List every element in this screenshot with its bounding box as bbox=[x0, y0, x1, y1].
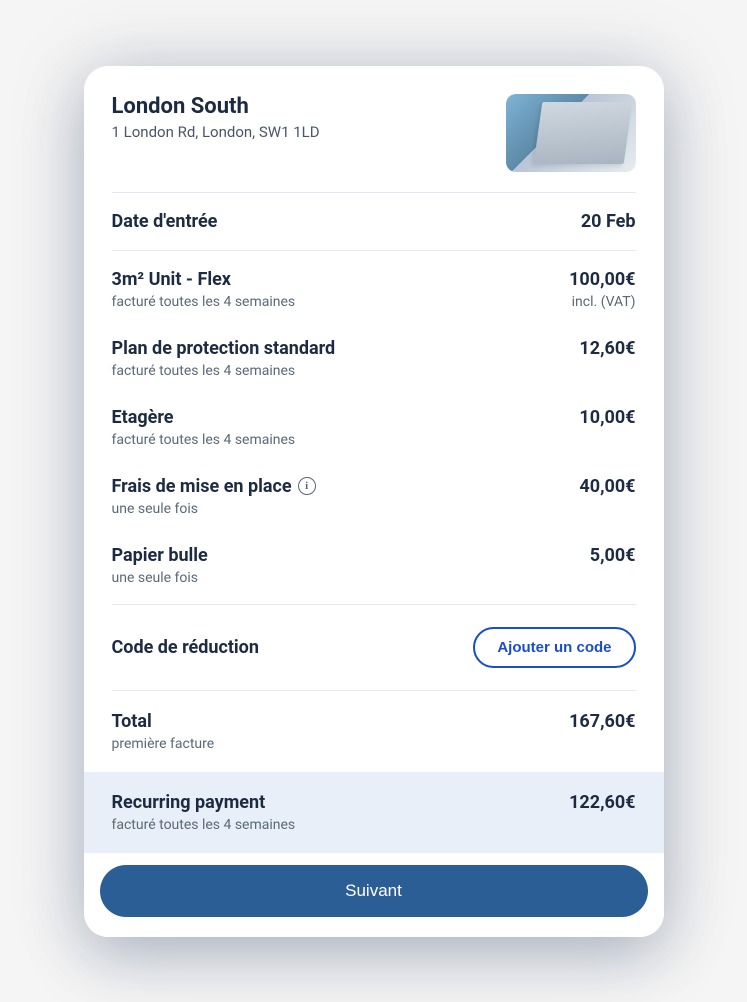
recurring-row: Recurring payment facturé toutes les 4 s… bbox=[84, 772, 664, 853]
line-item: 3m² Unit - Flex facturé toutes les 4 sema… bbox=[84, 255, 664, 324]
line-item-sub: facturé toutes les 4 semaines bbox=[112, 363, 580, 379]
line-item-price: 100,00€ bbox=[569, 269, 635, 290]
move-in-label: Date d'entrée bbox=[112, 211, 581, 232]
line-item-title: Papier bulle bbox=[112, 545, 590, 566]
line-item-price: 40,00€ bbox=[579, 476, 635, 497]
line-item-title: Etagère bbox=[112, 407, 580, 428]
total-sub: première facture bbox=[112, 736, 570, 752]
line-item-price-sub: incl. (VAT) bbox=[569, 294, 635, 310]
info-icon[interactable]: i bbox=[298, 477, 316, 495]
line-item: Papier bulle une seule fois5,00€ bbox=[84, 531, 664, 600]
total-row: Total première facture 167,60€ bbox=[84, 691, 664, 772]
promo-label: Code de réduction bbox=[112, 637, 259, 658]
add-promo-button[interactable]: Ajouter un code bbox=[473, 627, 635, 668]
total-label: Total bbox=[112, 711, 570, 732]
line-item-title: 3m² Unit - Flex bbox=[112, 269, 570, 290]
line-item-price: 5,00€ bbox=[590, 545, 636, 566]
line-item-title: Frais de mise en placei bbox=[112, 476, 580, 497]
next-button[interactable]: Suivant bbox=[100, 865, 648, 917]
cta-wrap: Suivant bbox=[84, 853, 664, 937]
location-header: London South 1 London Rd, London, SW1 1L… bbox=[84, 66, 664, 192]
line-item-price: 12,60€ bbox=[579, 338, 635, 359]
promo-row: Code de réduction Ajouter un code bbox=[84, 605, 664, 690]
line-item: Etagère facturé toutes les 4 semaines 10,0… bbox=[84, 393, 664, 462]
move-in-value: 20 Feb bbox=[581, 211, 636, 232]
line-item-sub: facturé toutes les 4 semaines bbox=[112, 432, 580, 448]
line-item-sub: une seule fois bbox=[112, 570, 590, 586]
location-text: London South 1 London Rd, London, SW1 1L… bbox=[112, 94, 490, 141]
checkout-card: London South 1 London Rd, London, SW1 1L… bbox=[84, 66, 664, 937]
recurring-sub: facturé toutes les 4 semaines bbox=[112, 817, 570, 833]
location-address: 1 London Rd, London, SW1 1LD bbox=[112, 123, 490, 141]
total-value: 167,60€ bbox=[569, 711, 635, 732]
location-name: London South bbox=[112, 94, 490, 119]
line-items: 3m² Unit - Flex facturé toutes les 4 sema… bbox=[84, 251, 664, 604]
line-item: Plan de protection standard facturé toute… bbox=[84, 324, 664, 393]
recurring-value: 122,60€ bbox=[569, 792, 635, 813]
line-item-sub: une seule fois bbox=[112, 501, 580, 517]
recurring-label: Recurring payment bbox=[112, 792, 570, 813]
location-thumbnail bbox=[506, 94, 636, 172]
line-item-price: 10,00€ bbox=[579, 407, 635, 428]
line-item-title: Plan de protection standard bbox=[112, 338, 580, 359]
line-item-sub: facturé toutes les 4 semaines bbox=[112, 294, 570, 310]
line-item: Frais de mise en placei une seule fois 40,… bbox=[84, 462, 664, 531]
move-in-row: Date d'entrée 20 Feb bbox=[84, 193, 664, 250]
